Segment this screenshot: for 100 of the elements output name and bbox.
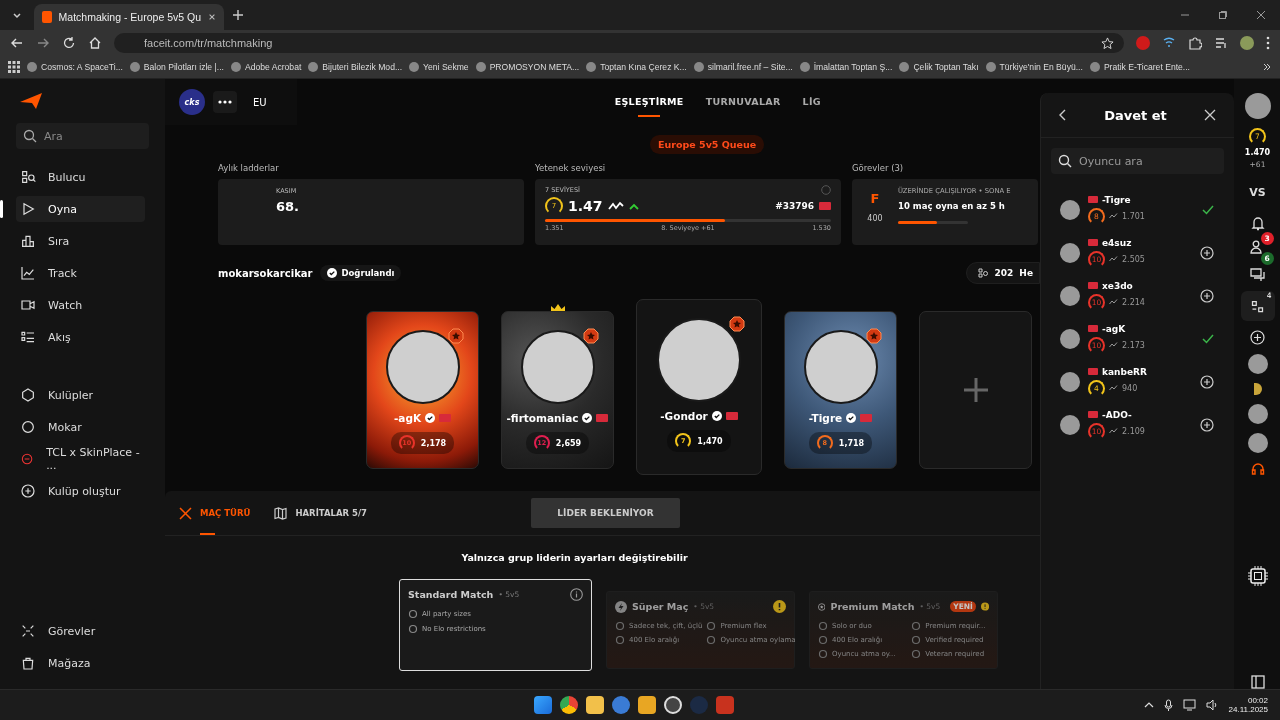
back-icon[interactable] xyxy=(10,36,24,50)
apps-grid-icon[interactable] xyxy=(8,61,20,73)
elo-value: 2.505 xyxy=(1122,254,1145,264)
forward-icon[interactable] xyxy=(36,36,50,50)
menu-icon[interactable] xyxy=(1266,36,1270,50)
party-icon xyxy=(1250,298,1265,314)
match-type-name: Süper Maç xyxy=(632,601,689,612)
club-item[interactable]: TCL x SkinPlace - ... xyxy=(16,446,145,472)
more-button[interactable] xyxy=(213,91,237,113)
search-field[interactable]: Ara xyxy=(16,123,149,149)
add-circle-icon[interactable] xyxy=(1200,288,1214,303)
nav-item[interactable]: Görevler xyxy=(16,618,145,644)
profile-avatar[interactable] xyxy=(1240,36,1254,50)
home-icon[interactable] xyxy=(88,36,102,50)
players-chip[interactable]: 202 He xyxy=(965,262,1040,284)
browser-icon[interactable] xyxy=(560,696,578,714)
bookmark-link[interactable]: Yeni Sekme xyxy=(409,62,469,72)
settings-tab[interactable]: HARİTALAR 5/7 xyxy=(274,491,367,535)
close-icon[interactable] xyxy=(1204,109,1216,121)
start-icon[interactable] xyxy=(534,696,552,714)
trend-icon xyxy=(1109,256,1118,262)
restore-icon[interactable] xyxy=(1218,10,1228,20)
add-circle-icon[interactable] xyxy=(1200,245,1214,260)
chip-icon[interactable] xyxy=(1246,565,1269,587)
add-circle-icon[interactable] xyxy=(1200,374,1214,389)
bookmark-link[interactable]: Çelik Toptan Takı xyxy=(899,62,979,72)
avatar-placeholder[interactable] xyxy=(1247,433,1268,453)
app-icon[interactable] xyxy=(612,696,630,714)
waiting-button[interactable]: LİDER BEKLENİYOR xyxy=(531,498,680,528)
clock-date[interactable]: 24.11.2025 xyxy=(1228,705,1268,714)
verified-label: Doğrulandı xyxy=(341,268,395,278)
address-bar[interactable]: faceit.com/tr/matchmaking xyxy=(114,33,1124,53)
chevron-icon[interactable] xyxy=(1262,62,1272,72)
nav-item[interactable]: Track xyxy=(16,260,145,286)
queue-pill[interactable]: Europe 5v5 Queue xyxy=(650,135,765,154)
info-icon[interactable] xyxy=(570,588,583,601)
settings-tab[interactable]: MAÇ TÜRÜ xyxy=(179,491,251,535)
club-avatar-icon xyxy=(20,419,36,435)
logo-icon[interactable] xyxy=(20,93,42,109)
flag-icon xyxy=(439,414,452,422)
chat-icon[interactable] xyxy=(1250,268,1265,282)
back-icon[interactable] xyxy=(1059,109,1067,121)
new-tab-icon[interactable] xyxy=(232,9,244,21)
game-icon[interactable] xyxy=(638,696,656,714)
avatar-placeholder[interactable] xyxy=(1247,404,1268,424)
chevron-up-icon[interactable] xyxy=(1143,702,1154,708)
clock-time[interactable]: 00:02 xyxy=(1247,696,1268,705)
add-circle-icon[interactable] xyxy=(1250,330,1265,345)
region-label[interactable]: EU xyxy=(253,96,267,108)
nav-item[interactable]: Bulucu xyxy=(16,164,145,190)
team-badge[interactable]: cks xyxy=(179,89,205,115)
nav-item[interactable]: Mağaza xyxy=(16,650,145,676)
bookmark-link[interactable]: İmalattan Toptan Ş... xyxy=(799,62,893,72)
obs-icon[interactable] xyxy=(664,696,682,714)
bookmark-link[interactable]: Balon Pilotları izle |... xyxy=(129,62,224,72)
media-icon[interactable] xyxy=(1214,36,1228,50)
elo-value: 2,178 xyxy=(420,438,447,448)
versus-link[interactable]: VS xyxy=(1249,186,1266,199)
headset-icon[interactable] xyxy=(1250,462,1265,476)
nav-item[interactable]: Akış xyxy=(16,324,145,350)
avatar-placeholder[interactable] xyxy=(1244,93,1271,119)
verified-icon xyxy=(327,268,338,278)
bell-icon[interactable] xyxy=(1250,216,1265,231)
puzzle-icon[interactable] xyxy=(1188,36,1202,50)
club-item[interactable]: Kulüpler xyxy=(16,382,145,408)
close-icon[interactable] xyxy=(208,12,216,22)
club-item[interactable]: Kulüp oluştur xyxy=(16,478,145,504)
bookmark-link[interactable]: Adobe Acrobat xyxy=(230,62,302,72)
microphone-icon[interactable] xyxy=(1163,698,1173,712)
verified-icon xyxy=(711,411,722,421)
mission-title: 10 maç oyna en az 5 h xyxy=(898,201,1006,211)
bookmark-link[interactable]: Türkiye'nin En Büyü... xyxy=(985,62,1083,72)
nav-item[interactable]: Sıra xyxy=(16,228,145,254)
bookmark-star-icon[interactable] xyxy=(1101,36,1114,50)
play-icon xyxy=(20,201,36,217)
club-item[interactable]: Mokar xyxy=(16,414,145,440)
verified-icon xyxy=(425,413,436,423)
nav-tab[interactable]: TURNUVALAR xyxy=(705,87,781,117)
nav-tab[interactable]: LİG xyxy=(802,87,821,117)
browser-tab[interactable]: Matchmaking - Europe 5v5 Qu xyxy=(34,4,224,30)
rank-value: 68. xyxy=(276,199,301,214)
avatar-placeholder[interactable] xyxy=(1247,354,1268,374)
bookmark-link[interactable]: Bijuteri Bilezik Mod... xyxy=(308,62,403,72)
bookmark-link[interactable]: Toptan Kına Çerez K... xyxy=(586,62,687,72)
bookmark-link[interactable]: silmaril.free.nf – Site... xyxy=(693,62,793,72)
nav-item[interactable]: Watch xyxy=(16,292,145,318)
monitor-icon[interactable] xyxy=(1182,699,1196,711)
video-camera-icon xyxy=(20,297,36,313)
bookmark-link[interactable]: Pratik E-Ticaret Ente... xyxy=(1089,62,1190,72)
player-search-field[interactable]: Oyuncu ara xyxy=(1051,148,1224,174)
sidebar-toggle-icon[interactable] xyxy=(1250,675,1265,689)
close-icon[interactable] xyxy=(1256,10,1266,20)
speaker-icon[interactable] xyxy=(1205,699,1219,711)
shield-icon[interactable] xyxy=(716,696,734,714)
add-circle-icon[interactable] xyxy=(1200,417,1214,432)
bookmark-link[interactable]: PROMOSYON META... xyxy=(475,62,580,72)
reload-icon[interactable] xyxy=(62,36,76,50)
nav-tab[interactable]: EŞLEŞTİRME xyxy=(614,87,684,117)
bookmark-link[interactable]: Cosmos: A SpaceTi... xyxy=(27,62,123,72)
folder-icon[interactable] xyxy=(586,696,604,714)
